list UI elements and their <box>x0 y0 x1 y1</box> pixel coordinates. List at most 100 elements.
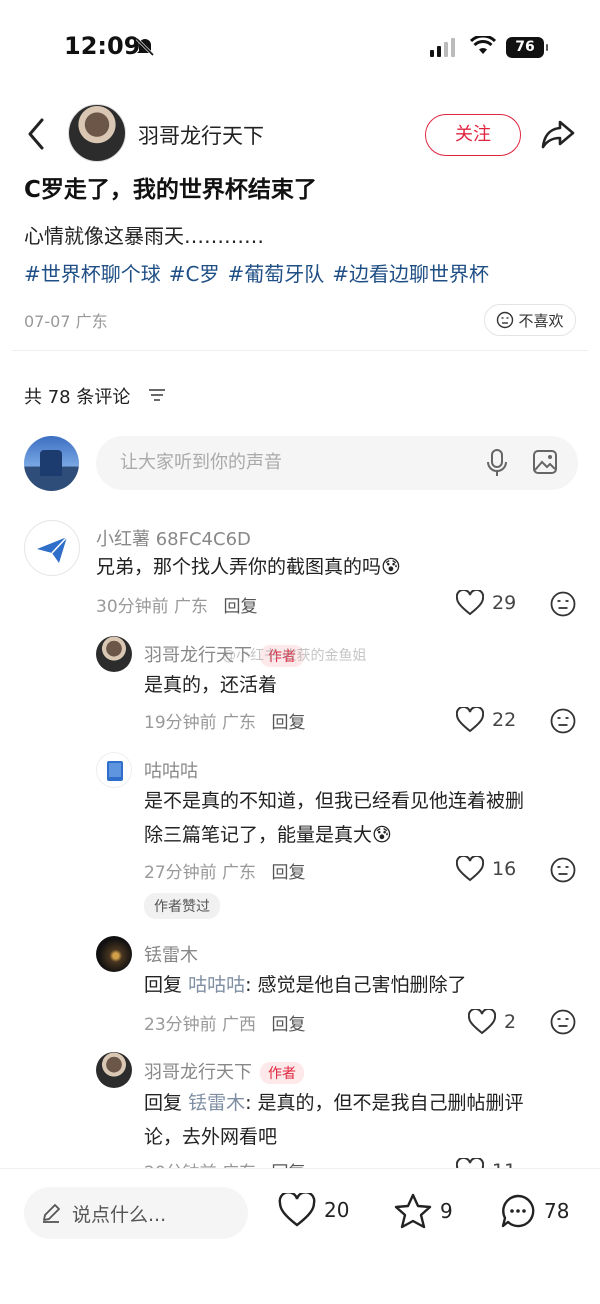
reply-to-user[interactable]: 铥雷木 <box>188 1092 245 1114</box>
comment-location: 广东 <box>222 713 257 733</box>
reply-button[interactable]: 回复 <box>223 597 257 617</box>
dislike-face-icon[interactable] <box>550 1009 576 1035</box>
heart-icon <box>278 1193 316 1227</box>
like-count: 2 <box>504 1011 517 1033</box>
meh-face-icon <box>497 311 514 329</box>
comment-text: 是不是真的不知道，但我已经看见他连着被删 除三篇笔记了，能量是真大😰 <box>144 784 524 852</box>
comment-bubble-icon <box>501 1194 535 1228</box>
comment-button[interactable]: 78 <box>500 1193 569 1229</box>
comment-text-line: 除三篇笔记了，能量是真大😰 <box>144 824 392 846</box>
reply-to-user[interactable]: 咕咕咕 <box>188 974 245 996</box>
comment-text-line: 是不是真的不知道，但我已经看见他连着被删 <box>144 790 525 812</box>
like-button[interactable]: 2 <box>468 1009 516 1035</box>
comment-time: 19分钟前 <box>144 713 217 733</box>
comment-location: 广西 <box>222 1015 257 1035</box>
like-count: 16 <box>492 858 517 880</box>
back-arrow-icon[interactable] <box>22 116 52 152</box>
star-count: 9 <box>440 1199 453 1223</box>
mute-bell-icon <box>135 37 155 57</box>
sort-icon[interactable] <box>148 388 166 402</box>
heart-icon <box>456 856 484 882</box>
comment-total: 78 <box>544 1199 570 1223</box>
commenter-avatar[interactable] <box>96 752 132 788</box>
comment-text: 回复 咕咕咕: 感觉是他自己害怕删除了 <box>144 968 467 1002</box>
post-body: 心情就像这暴雨天………… <box>24 224 264 248</box>
comment-meta: 30分钟前 广东 回复 <box>96 592 257 617</box>
commenter-avatar[interactable] <box>96 1052 132 1088</box>
say-placeholder: 说点什么... <box>72 1203 167 1226</box>
reply-prefix: 回复 <box>144 1092 183 1114</box>
comment-time: 23分钟前 <box>144 1015 217 1035</box>
author-name[interactable]: 羽哥龙行天下 <box>138 120 264 150</box>
dislike-face-icon[interactable] <box>550 708 576 734</box>
tag-link[interactable]: #葡萄牙队 <box>228 262 325 286</box>
commenter-name[interactable]: 羽哥龙行天下 作者 <box>144 1058 304 1084</box>
heart-icon <box>468 1009 496 1035</box>
comment-location: 广东 <box>222 863 257 883</box>
comment-text: 是真的，还活着 <box>144 674 278 696</box>
comment-body: : 感觉是他自己害怕删除了 <box>245 974 467 996</box>
share-icon[interactable] <box>540 118 576 150</box>
commenter-avatar[interactable] <box>96 936 132 972</box>
bottom-action-bar: 说点什么... 20 9 78 <box>0 1168 600 1304</box>
pencil-icon <box>43 1204 60 1223</box>
comment-text-line: 回复 铥雷木: 是真的，但不是我自己删帖删评 <box>144 1086 524 1120</box>
my-avatar[interactable] <box>24 436 79 491</box>
reply-button[interactable]: 回复 <box>271 863 305 883</box>
like-post-button[interactable]: 20 <box>278 1193 349 1227</box>
comment-location: 广东 <box>174 597 209 617</box>
status-time: 12:09 <box>64 32 141 60</box>
commenter-name[interactable]: 小红薯 68FC4C6D <box>96 525 251 551</box>
heart-icon <box>456 590 484 616</box>
comment-meta: 19分钟前 广东 回复 <box>144 708 305 733</box>
dislike-button[interactable]: 不喜欢 <box>484 304 576 336</box>
comment-text: 兄弟，那个找人弄你的截图真的吗😰 <box>96 556 401 578</box>
post-meta: 07-07 广东 <box>24 312 108 331</box>
author-badge: 作者 <box>260 1062 304 1084</box>
like-button[interactable]: 29 <box>456 590 516 616</box>
like-count: 22 <box>492 709 517 731</box>
post-title: C罗走了，我的世界杯结束了 <box>24 177 317 203</box>
heart-icon <box>456 707 484 733</box>
tag-link[interactable]: #世界杯聊个球 <box>24 262 161 286</box>
like-button[interactable]: 16 <box>456 856 516 882</box>
image-icon[interactable] <box>532 449 558 475</box>
reply-prefix: 回复 <box>144 974 183 996</box>
comment-meta: 27分钟前 广东 回复 <box>144 858 305 883</box>
status-bar: 12:09 76 <box>0 0 600 96</box>
author-liked-badge: 作者赞过 <box>144 893 220 919</box>
star-icon <box>394 1193 432 1229</box>
commenter-avatar[interactable] <box>96 636 132 672</box>
reply-button[interactable]: 回复 <box>271 1015 305 1035</box>
divider <box>12 350 588 351</box>
author-avatar[interactable] <box>68 104 126 162</box>
paper-plane-icon <box>37 536 68 563</box>
comment-time: 30分钟前 <box>96 597 169 617</box>
post-like-count: 20 <box>324 1198 350 1222</box>
say-something-input[interactable]: 说点什么... <box>24 1187 248 1239</box>
comment-time: 27分钟前 <box>144 863 217 883</box>
post-header: 羽哥龙行天下 关注 <box>0 100 600 166</box>
comment-body: : 是真的，但不是我自己删帖删评 <box>245 1092 524 1114</box>
watermark-text: @小红书·收获的金鱼姐 <box>222 648 367 664</box>
tag-link[interactable]: #边看边聊世界杯 <box>332 262 489 286</box>
commenter-name-text[interactable]: 羽哥龙行天下 <box>144 1062 252 1083</box>
comment-meta: 23分钟前 广西 回复 <box>144 1010 305 1035</box>
reply-button[interactable]: 回复 <box>271 713 305 733</box>
like-button[interactable]: 22 <box>456 707 516 733</box>
commenter-name[interactable]: 铥雷木 <box>144 941 198 967</box>
wifi-icon <box>470 36 496 54</box>
dislike-face-icon[interactable] <box>550 857 576 883</box>
like-count: 29 <box>492 592 517 614</box>
dislike-face-icon[interactable] <box>550 591 576 617</box>
battery-indicator: 76 <box>506 37 548 58</box>
book-icon <box>107 761 123 781</box>
tag-link[interactable]: #C罗 <box>169 262 220 286</box>
follow-button[interactable]: 关注 <box>425 114 521 156</box>
comment-text: 回复 铥雷木: 是真的，但不是我自己删帖删评 论，去外网看吧 <box>144 1086 524 1154</box>
collect-button[interactable]: 9 <box>394 1193 453 1229</box>
commenter-avatar[interactable] <box>24 520 80 576</box>
commenter-name[interactable]: 咕咕咕 <box>144 757 198 783</box>
microphone-icon[interactable] <box>486 448 508 478</box>
dislike-label: 不喜欢 <box>518 311 564 330</box>
